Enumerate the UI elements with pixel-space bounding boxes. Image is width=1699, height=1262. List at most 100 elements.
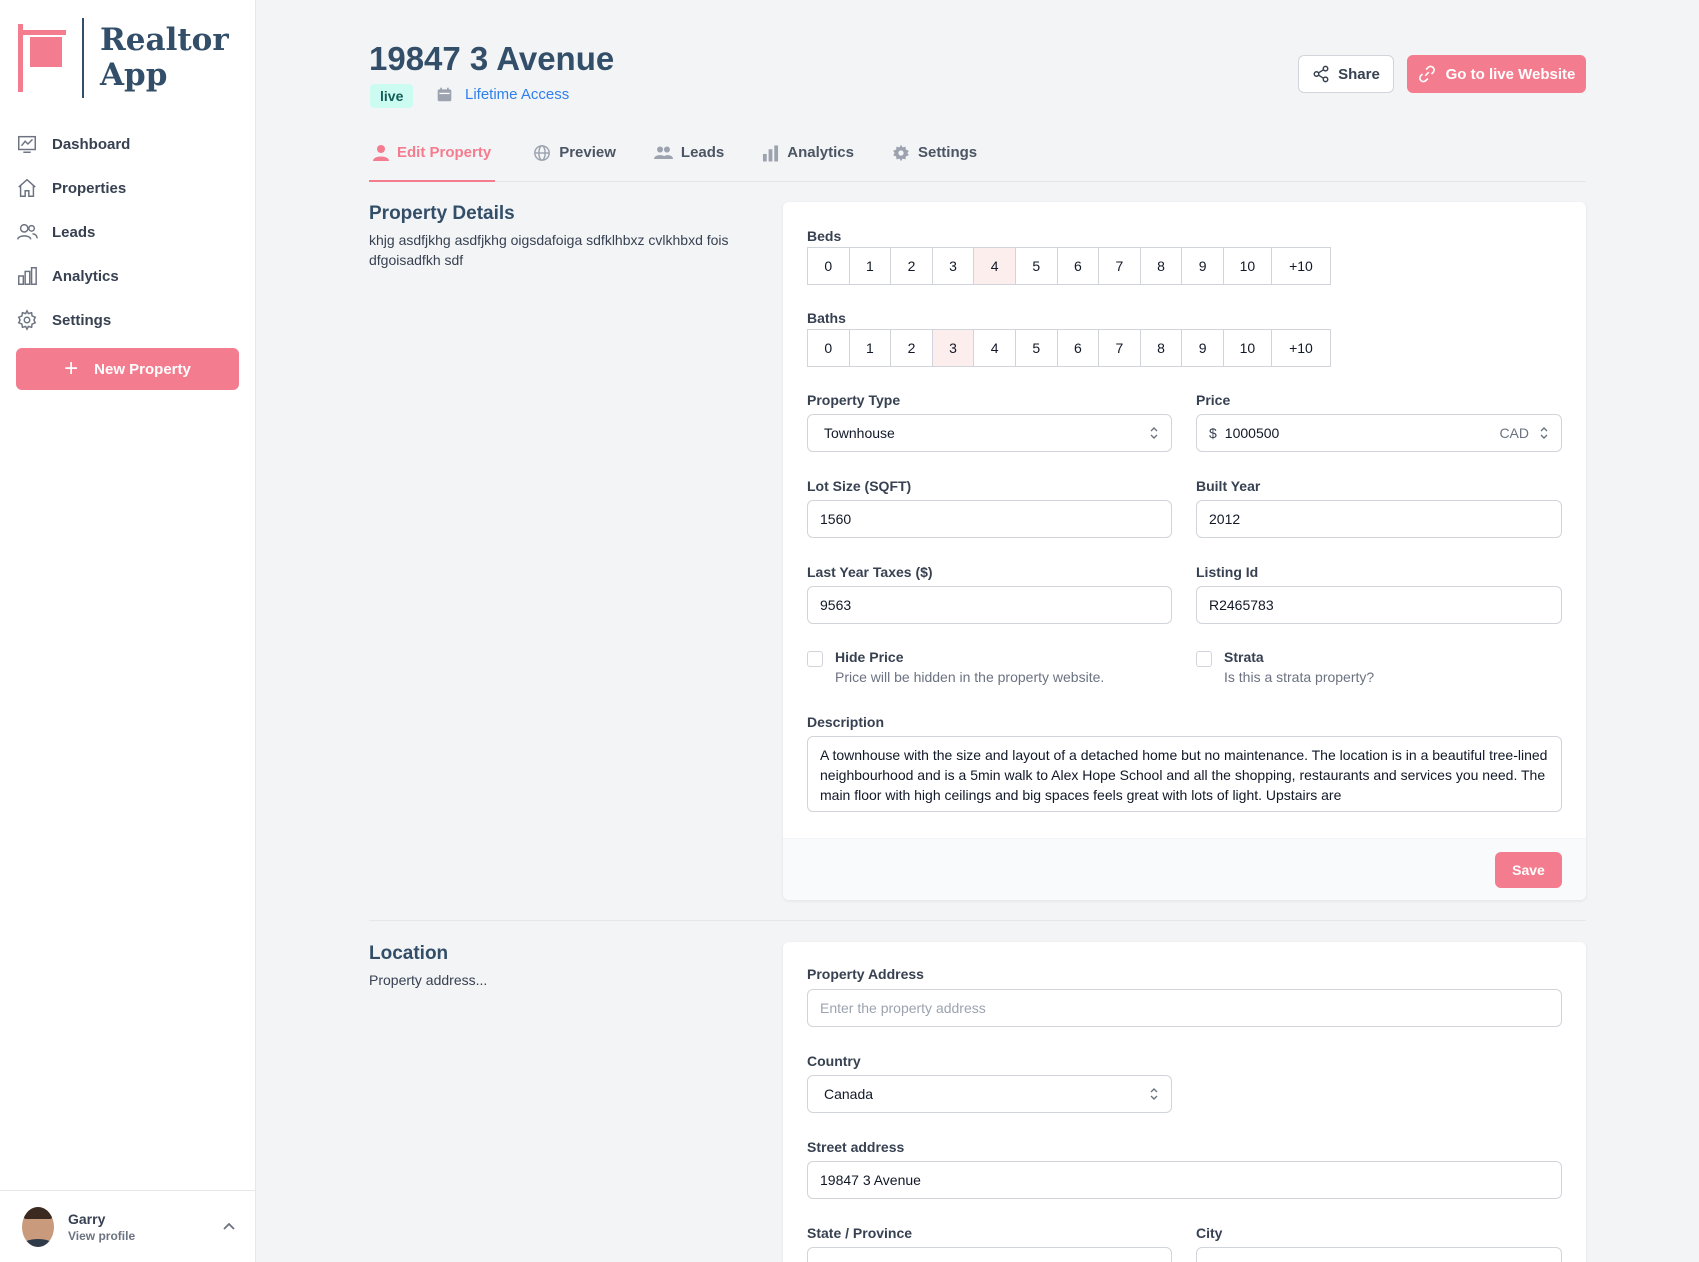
access-info[interactable]: Lifetime Access	[436, 86, 569, 103]
property-address-input[interactable]: Enter the property address	[807, 989, 1562, 1027]
tab-analytics[interactable]: Analytics	[762, 140, 854, 182]
users-icon	[653, 146, 673, 160]
chart-icon	[18, 135, 36, 153]
baths-selector: 0 1 2 3 4 5 6 7 8 9 10 +10	[807, 329, 1331, 367]
logo-divider	[82, 18, 84, 98]
built-year-input[interactable]: 2012	[1196, 500, 1562, 538]
beds-option[interactable]: 0	[808, 248, 850, 284]
taxes-label: Last Year Taxes ($)	[807, 564, 933, 580]
hide-price-help: Price will be hidden in the property web…	[835, 669, 1105, 685]
beds-option[interactable]: 6	[1058, 248, 1100, 284]
listing-id-label: Listing Id	[1196, 564, 1259, 580]
tab-preview[interactable]: Preview	[533, 140, 616, 182]
select-arrows-icon	[1540, 427, 1548, 439]
bar-chart-icon	[18, 267, 37, 285]
city-input[interactable]	[1196, 1247, 1562, 1262]
sidebar: Realtor App Dashboard Properties Leads A…	[0, 0, 256, 1262]
baths-option[interactable]: 3	[932, 330, 975, 366]
baths-option[interactable]: 6	[1058, 330, 1100, 366]
sidebar-item-analytics[interactable]: Analytics	[16, 254, 240, 298]
page-title: 19847 3 Avenue	[369, 40, 615, 77]
currency-symbol: $	[1209, 425, 1217, 441]
section-description-location: Property address...	[369, 972, 488, 988]
globe-icon	[534, 145, 551, 161]
hide-price-label: Hide Price	[835, 649, 904, 665]
hide-price-checkbox[interactable]	[807, 651, 823, 667]
baths-option[interactable]: 10	[1224, 330, 1272, 366]
built-year-label: Built Year	[1196, 478, 1261, 494]
sidebar-item-dashboard[interactable]: Dashboard	[16, 122, 240, 166]
tab-settings[interactable]: Settings	[892, 140, 977, 182]
lot-size-label: Lot Size (SQFT)	[807, 478, 912, 494]
user-profile[interactable]: Garry View profile	[0, 1190, 255, 1262]
sidebar-item-label: Dashboard	[52, 135, 131, 153]
price-input[interactable]: 1000500	[1225, 425, 1280, 441]
beds-label: Beds	[807, 228, 842, 244]
beds-option[interactable]: 7	[1099, 248, 1141, 284]
section-title-location: Location	[369, 943, 449, 964]
beds-option[interactable]: 2	[891, 248, 933, 284]
gear-icon	[893, 144, 909, 162]
section-title-details: Property Details	[369, 203, 515, 224]
beds-option[interactable]: 1	[850, 248, 892, 284]
sidebar-item-leads[interactable]: Leads	[16, 210, 240, 254]
city-label: City	[1196, 1225, 1223, 1241]
country-select[interactable]: Canada	[807, 1075, 1172, 1113]
new-property-button[interactable]: + New Property	[16, 348, 239, 390]
taxes-input[interactable]: 9563	[807, 586, 1172, 624]
street-address-label: Street address	[807, 1139, 905, 1155]
property-type-select[interactable]: Townhouse	[807, 414, 1172, 452]
beds-option[interactable]: 10	[1224, 248, 1272, 284]
save-button[interactable]: Save	[1495, 852, 1562, 888]
description-textarea[interactable]: A townhouse with the size and layout of …	[807, 736, 1562, 812]
baths-option[interactable]: 9	[1182, 330, 1224, 366]
tab-leads[interactable]: Leads	[653, 140, 724, 182]
view-profile-link[interactable]: View profile	[68, 1229, 135, 1243]
property-type-label: Property Type	[807, 392, 901, 408]
beds-option[interactable]: 9	[1182, 248, 1224, 284]
price-field[interactable]: $ 1000500 CAD	[1196, 414, 1562, 452]
baths-option[interactable]: 5	[1016, 330, 1058, 366]
share-icon	[1313, 65, 1329, 83]
street-address-input[interactable]: 19847 3 Avenue	[807, 1161, 1562, 1199]
beds-option[interactable]: 8	[1141, 248, 1183, 284]
gear-icon	[17, 309, 37, 331]
state-province-select[interactable]	[807, 1247, 1172, 1262]
property-address-label: Property Address	[807, 966, 924, 982]
chevron-up-icon[interactable]	[221, 1219, 237, 1235]
beds-option[interactable]: 5	[1016, 248, 1058, 284]
access-label: Lifetime Access	[465, 86, 570, 103]
price-label: Price	[1196, 392, 1231, 408]
beds-option[interactable]: 4	[974, 248, 1016, 284]
baths-option[interactable]: 8	[1141, 330, 1183, 366]
baths-option[interactable]: 0	[808, 330, 850, 366]
baths-option[interactable]: 2	[891, 330, 933, 366]
share-button[interactable]: Share	[1298, 55, 1394, 93]
lot-size-input[interactable]: 1560	[807, 500, 1172, 538]
card-footer: Save	[783, 838, 1586, 900]
baths-option[interactable]: 1	[850, 330, 892, 366]
app-logo[interactable]: Realtor App	[16, 18, 229, 98]
sidebar-item-label: Settings	[52, 311, 112, 329]
baths-option[interactable]: 7	[1099, 330, 1141, 366]
beds-option[interactable]: +10	[1272, 248, 1330, 284]
sidebar-item-properties[interactable]: Properties	[16, 166, 240, 210]
baths-option[interactable]: +10	[1272, 330, 1330, 366]
select-arrows-icon	[1150, 1088, 1158, 1100]
sidebar-item-settings[interactable]: Settings	[16, 298, 240, 342]
tab-edit-property[interactable]: Edit Property	[369, 140, 496, 182]
baths-option[interactable]: 4	[974, 330, 1016, 366]
beds-option[interactable]: 3	[933, 248, 975, 284]
currency-select[interactable]: CAD	[1499, 425, 1529, 441]
section-description-details: khjg asdfjkhg asdfjkhg oigsdafoiga sdfkl…	[369, 232, 729, 268]
sidebar-item-label: Properties	[52, 179, 127, 197]
beds-selector: 0 1 2 3 4 5 6 7 8 9 10 +10	[807, 247, 1331, 285]
status-badge: live	[370, 84, 414, 108]
link-icon	[1418, 65, 1435, 83]
strata-checkbox[interactable]	[1196, 651, 1212, 667]
strata-help: Is this a strata property?	[1224, 669, 1375, 685]
property-details-card: Beds 0 1 2 3 4 5 6 7 8 9 10 +10 Baths 0 1 2 3 4 5 6 7 8 9 10 +…	[783, 202, 1586, 900]
live-website-button[interactable]: Go to live Website	[1407, 55, 1586, 93]
strata-label: Strata	[1224, 649, 1264, 665]
listing-id-input[interactable]: R2465783	[1196, 586, 1562, 624]
